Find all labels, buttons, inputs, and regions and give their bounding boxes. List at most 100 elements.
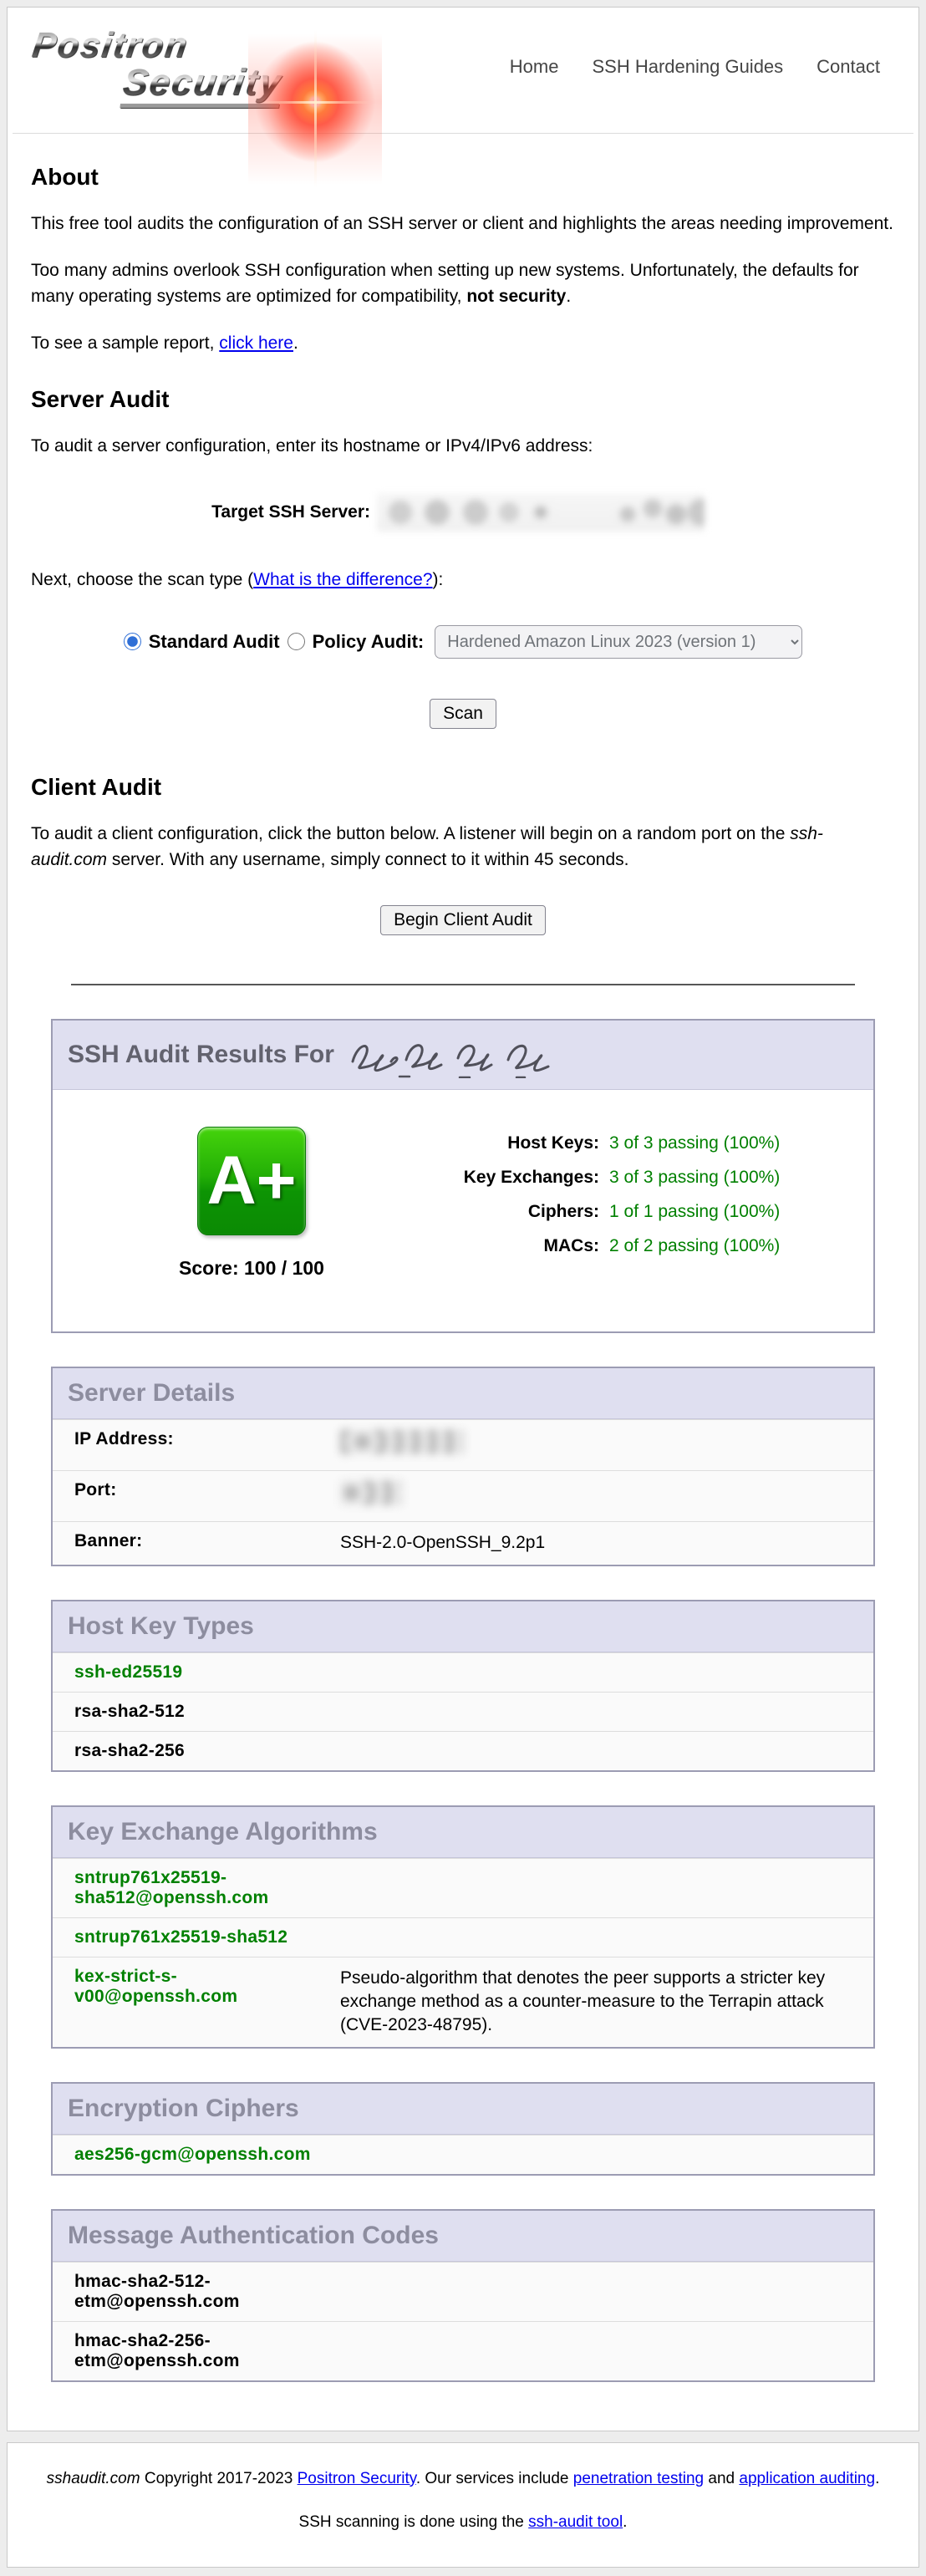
sample-report-link[interactable]: click here xyxy=(219,333,293,353)
footer-link-positron-security[interactable]: Positron Security xyxy=(298,2470,416,2487)
kex-name: sntrup761x25519-sha512 xyxy=(53,1927,340,1947)
stat-row-key-exchanges: Key Exchanges: 3 of 3 passing (100%) xyxy=(425,1168,780,1188)
site-footer: sshaudit.com Copyright 2017-2023 Positro… xyxy=(7,2442,919,2568)
server-audit-heading: Server Audit xyxy=(31,386,895,413)
host-key-types-panel: Host Key Types ssh-ed25519 rsa-sha2-512 … xyxy=(51,1600,875,1772)
table-row: ssh-ed25519 xyxy=(53,1652,873,1692)
logo-text-positron: Positron xyxy=(30,28,191,63)
about-p2-bold: not security xyxy=(466,287,566,306)
stat-value: 3 of 3 passing (100%) xyxy=(609,1133,780,1153)
footer-text: . xyxy=(623,2513,627,2531)
target-server-input[interactable] xyxy=(377,493,705,532)
client-audit-text: To audit a client configuration, click t… xyxy=(31,824,790,843)
nav-link-contact[interactable]: Contact xyxy=(817,56,880,78)
scan-type-line: Next, choose the scan type (What is the … xyxy=(31,570,895,590)
stat-label: Host Keys: xyxy=(425,1133,609,1153)
footer-line-1: sshaudit.com Copyright 2017-2023 Positro… xyxy=(24,2470,902,2488)
scan-type-text-after: ): xyxy=(433,570,444,589)
ip-address-value xyxy=(340,1429,873,1461)
policy-audit-radio[interactable] xyxy=(287,633,305,650)
about-paragraph-2: Too many admins overlook SSH configurati… xyxy=(31,257,895,310)
positron-security-logo: Positron Security xyxy=(33,28,282,108)
nav-link-ssh-hardening-guides[interactable]: SSH Hardening Guides xyxy=(592,56,783,78)
stat-value: 2 of 2 passing (100%) xyxy=(609,1236,780,1256)
main-content-card: Positron Security Home SSH Hardening Gui… xyxy=(7,7,919,2431)
table-row: rsa-sha2-256 xyxy=(53,1731,873,1770)
redacted-ip-value xyxy=(340,1429,464,1454)
about-p2-period: . xyxy=(566,287,571,306)
about-p2-text: Too many admins overlook SSH configurati… xyxy=(31,261,859,307)
grade-letter: A+ xyxy=(206,1147,296,1215)
macs-panel: Message Authentication Codes hmac-sha2-5… xyxy=(51,2209,875,2382)
stat-row-ciphers: Ciphers: 1 of 1 passing (100%) xyxy=(425,1202,780,1222)
stat-label: Key Exchanges: xyxy=(425,1168,609,1188)
table-row: sntrup761x25519-sha512@openssh.com xyxy=(53,1858,873,1917)
standard-audit-label[interactable]: Standard Audit xyxy=(149,631,280,653)
encryption-ciphers-panel: Encryption Ciphers aes256-gcm@openssh.co… xyxy=(51,2082,875,2176)
stat-value: 3 of 3 passing (100%) xyxy=(609,1168,780,1188)
mac-name: hmac-sha2-512-etm@openssh.com xyxy=(53,2272,340,2312)
footer-text: . Our services include xyxy=(416,2470,573,2487)
policy-audit-label[interactable]: Policy Audit: xyxy=(313,631,425,653)
footer-link-ssh-audit-tool[interactable]: ssh-audit tool xyxy=(528,2513,623,2531)
logo-text-security: Security xyxy=(120,64,284,108)
footer-link-application-auditing[interactable]: application auditing xyxy=(739,2470,875,2487)
standard-audit-radio[interactable] xyxy=(124,633,141,650)
results-panel-title: SSH Audit Results For xyxy=(68,1041,334,1069)
host-key-name: rsa-sha2-256 xyxy=(53,1741,340,1761)
main-nav: Home SSH Hardening Guides Contact xyxy=(510,56,880,78)
port-value xyxy=(340,1480,873,1512)
about-paragraph-1: This free tool audits the configuration … xyxy=(31,211,895,237)
table-row: aes256-gcm@openssh.com xyxy=(53,2135,873,2174)
table-row: kex-strict-s-v00@openssh.com Pseudo-algo… xyxy=(53,1957,873,2047)
nav-link-home[interactable]: Home xyxy=(510,56,559,78)
scan-type-options: Standard Audit Policy Audit: Hardened Am… xyxy=(31,625,895,659)
kex-note xyxy=(340,1927,873,1947)
key-exchange-panel: Key Exchange Algorithms sntrup761x25519-… xyxy=(51,1805,875,2049)
footer-text: . xyxy=(875,2470,879,2487)
kex-note xyxy=(340,1868,873,1908)
stat-value: 1 of 1 passing (100%) xyxy=(609,1202,780,1222)
client-audit-text-after: server. With any username, simply connec… xyxy=(107,850,628,869)
banner-value: SSH-2.0-OpenSSH_9.2p1 xyxy=(340,1531,873,1555)
server-details-panel: Server Details IP Address: Port: Banner:… xyxy=(51,1367,875,1566)
footer-text: SSH scanning is done using the xyxy=(299,2513,529,2531)
results-divider xyxy=(71,984,854,985)
host-key-name: ssh-ed25519 xyxy=(53,1662,340,1683)
ip-address-label: IP Address: xyxy=(53,1429,340,1461)
ssh-audit-results-panel: SSH Audit Results For A+ Score: 100 / 10… xyxy=(51,1019,875,1333)
table-row: IP Address: xyxy=(53,1419,873,1470)
stat-label: MACs: xyxy=(425,1236,609,1256)
client-audit-paragraph: To audit a client configuration, click t… xyxy=(31,821,895,873)
grade-badge: A+ xyxy=(197,1127,306,1235)
encryption-ciphers-header: Encryption Ciphers xyxy=(53,2084,873,2135)
sample-report-line: To see a sample report, click here. xyxy=(31,330,895,357)
footer-link-penetration-testing[interactable]: penetration testing xyxy=(573,2470,704,2487)
footer-text: Copyright 2017-2023 xyxy=(140,2470,298,2487)
stat-label: Ciphers: xyxy=(425,1202,609,1222)
policy-select[interactable]: Hardened Amazon Linux 2023 (version 1) xyxy=(435,625,802,659)
table-row: hmac-sha2-256-etm@openssh.com xyxy=(53,2321,873,2380)
server-audit-intro: To audit a server configuration, enter i… xyxy=(31,433,895,460)
server-details-header: Server Details xyxy=(53,1368,873,1419)
scan-button[interactable]: Scan xyxy=(430,699,496,729)
table-row: rsa-sha2-512 xyxy=(53,1692,873,1731)
table-row: hmac-sha2-512-etm@openssh.com xyxy=(53,2262,873,2321)
sample-report-period: . xyxy=(293,333,298,353)
results-panel-header: SSH Audit Results For xyxy=(53,1021,873,1090)
results-panel-body: A+ Score: 100 / 100 Host Keys: 3 of 3 pa… xyxy=(53,1090,873,1331)
footer-site-name: sshaudit.com xyxy=(47,2470,140,2487)
footer-line-2: SSH scanning is done using the ssh-audit… xyxy=(24,2513,902,2532)
grade-column: A+ Score: 100 / 100 xyxy=(126,1127,377,1280)
table-row: sntrup761x25519-sha512 xyxy=(53,1917,873,1957)
scan-type-difference-link[interactable]: What is the difference? xyxy=(253,570,432,589)
results-stats: Host Keys: 3 of 3 passing (100%) Key Exc… xyxy=(425,1133,780,1280)
kex-name: kex-strict-s-v00@openssh.com xyxy=(53,1967,340,2038)
scan-type-text: Next, choose the scan type ( xyxy=(31,570,253,589)
begin-client-audit-button[interactable]: Begin Client Audit xyxy=(380,905,546,935)
stat-row-host-keys: Host Keys: 3 of 3 passing (100%) xyxy=(425,1133,780,1153)
kex-note: Pseudo-algorithm that denotes the peer s… xyxy=(340,1967,873,2038)
scan-button-wrap: Scan xyxy=(31,699,895,729)
target-server-row: Target SSH Server: xyxy=(31,493,895,532)
macs-header: Message Authentication Codes xyxy=(53,2211,873,2262)
